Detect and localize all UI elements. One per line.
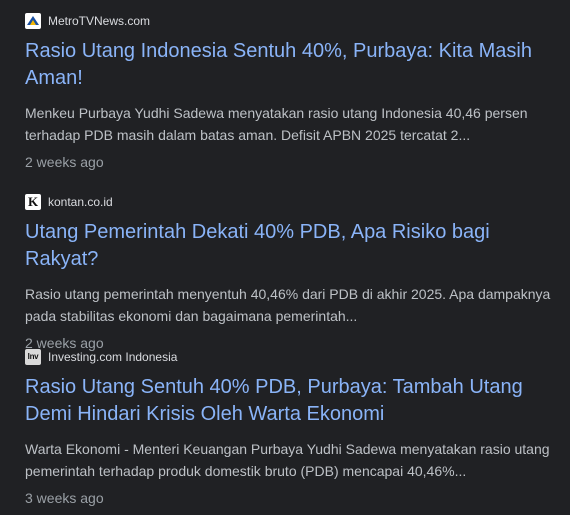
news-result-item[interactable]: Inv Investing.com Indonesia Rasio Utang … (25, 348, 565, 508)
result-snippet: Rasio utang pemerintah menyentuh 40,46% … (25, 286, 551, 324)
source-name: Investing.com Indonesia (48, 350, 178, 364)
result-snippet: Menkeu Purbaya Yudhi Sadewa menyatakan r… (25, 105, 528, 143)
result-snippet: Warta Ekonomi - Menteri Keuangan Purbaya… (25, 441, 550, 479)
result-title-link[interactable]: Rasio Utang Indonesia Sentuh 40%, Purbay… (25, 38, 565, 92)
result-age: 2 weeks ago (25, 154, 104, 170)
metrotv-logo-icon (25, 13, 41, 29)
result-source[interactable]: Inv Investing.com Indonesia (25, 348, 565, 366)
source-name: kontan.co.id (48, 195, 113, 209)
kontan-logo-icon: K (25, 194, 41, 210)
result-title-link[interactable]: Utang Pemerintah Dekati 40% PDB, Apa Ris… (25, 219, 565, 273)
result-age: 3 weeks ago (25, 490, 104, 506)
result-source[interactable]: K kontan.co.id (25, 193, 565, 211)
news-result-item[interactable]: MetroTVNews.com Rasio Utang Indonesia Se… (25, 12, 565, 172)
result-title-link[interactable]: Rasio Utang Sentuh 40% PDB, Purbaya: Tam… (25, 374, 565, 428)
news-results-list: MetroTVNews.com Rasio Utang Indonesia Se… (0, 0, 570, 515)
investing-logo-icon: Inv (25, 349, 41, 365)
news-result-item[interactable]: K kontan.co.id Utang Pemerintah Dekati 4… (25, 193, 565, 353)
source-name: MetroTVNews.com (48, 14, 151, 28)
kontan-logo-letter: K (27, 194, 39, 209)
investing-logo-letter: Inv (27, 352, 39, 361)
result-source[interactable]: MetroTVNews.com (25, 12, 565, 30)
